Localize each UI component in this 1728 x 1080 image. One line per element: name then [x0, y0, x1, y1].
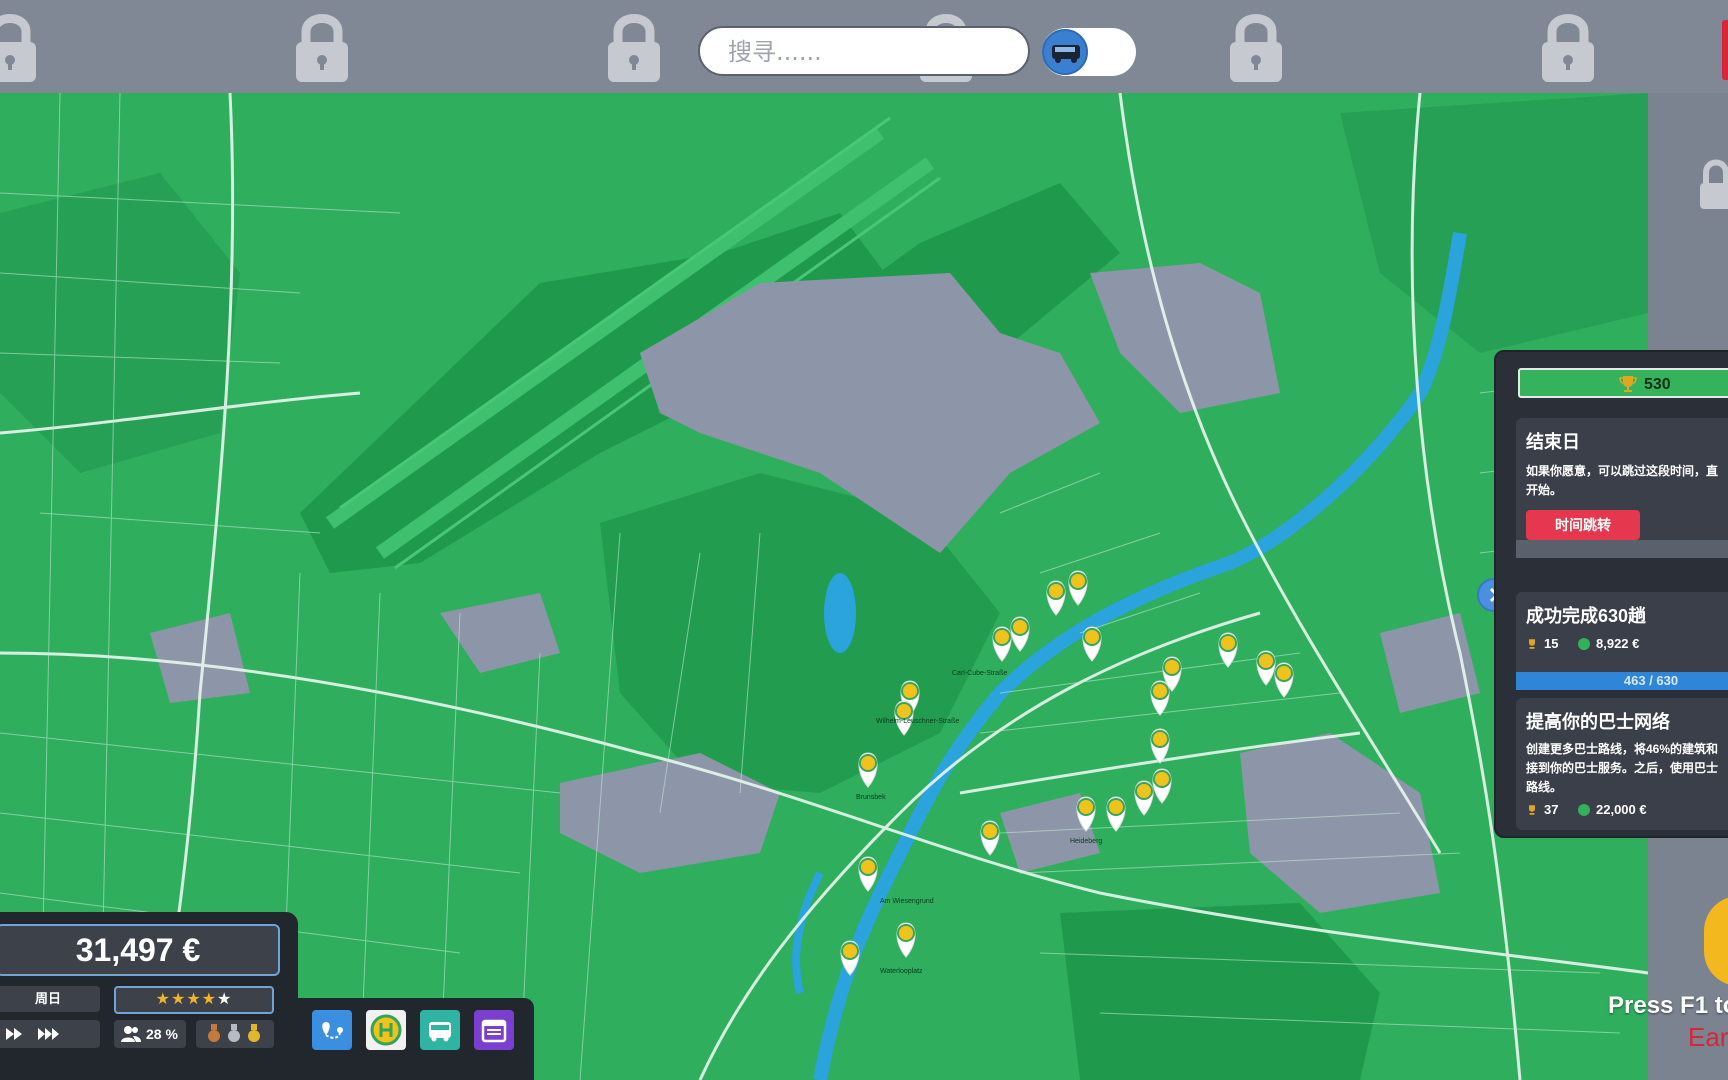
rating-stars: ★★★★★ — [114, 986, 274, 1014]
reward-money: 8,922 € — [1578, 636, 1639, 651]
lock-icon — [1700, 159, 1728, 209]
gold-medal-icon — [248, 1024, 260, 1042]
stop-label: Am Wiesengrund — [880, 898, 934, 905]
reward-trophies: 37 — [1526, 802, 1558, 817]
fastest-forward-icon — [38, 1028, 59, 1040]
vehicle-toggle[interactable] — [1042, 28, 1136, 76]
stop-label: Wilhelm-Leuschner-Straße — [876, 718, 959, 725]
quest-title: 成功完成630趟 — [1526, 606, 1647, 626]
alert-edge — [1722, 20, 1728, 80]
trophy-count: 530 — [1644, 376, 1671, 393]
quest-description: 创建更多巴士路线，将46%的建筑和 接到你的巴士服务。之后，使用巴士 路线。 — [1526, 742, 1719, 794]
lock-icon — [296, 14, 348, 82]
trophy-icon — [1619, 376, 1637, 392]
stop-label: Carl-Cube-Straße — [952, 670, 1007, 677]
people-icon — [121, 1026, 141, 1042]
stop-label: Waterlooplatz — [880, 968, 923, 975]
quest-card-bus-network: 提高你的巴士网络 创建更多巴士路线，将46%的建筑和 接到你的巴士服务。之后，使… — [1516, 698, 1728, 830]
bus-stop-icon — [370, 1014, 402, 1046]
time-skip-button[interactable]: 时间跳转 — [1526, 510, 1640, 540]
lock-icon — [1230, 14, 1282, 82]
trophy-icon — [1529, 805, 1535, 815]
population-coverage: 28 % — [114, 1020, 186, 1048]
bus-icon — [429, 1022, 451, 1042]
hud-panel: 31,497 € 周日 ★★★★★ 28 % — [0, 912, 298, 1080]
bus-stop-button[interactable] — [366, 1010, 406, 1050]
trophy-icon — [1529, 639, 1535, 649]
medals-display — [196, 1020, 274, 1048]
silver-medal-icon — [228, 1024, 240, 1042]
trophy-total: 530 — [1518, 368, 1728, 398]
reward-trophies: 15 — [1526, 636, 1558, 651]
reward-money: 22,000 € — [1578, 802, 1647, 817]
lock-icon — [0, 14, 36, 82]
top-bar — [0, 0, 1728, 93]
progress-label: 463 / 630 — [1623, 673, 1679, 688]
route-planner-button[interactable] — [312, 1010, 352, 1050]
lock-icon — [608, 14, 660, 82]
quest-panel: 530 结束日 如果你愿意，可以跳过这段时间，直 开始。 时间跳转 成功完成63… — [1494, 350, 1728, 838]
game-screen: Carl-Cube-Straße Wilhelm-Leuschner-Straß… — [0, 0, 1728, 1080]
early-access-label: Earl — [1688, 1022, 1728, 1052]
bronze-medal-icon — [208, 1024, 220, 1042]
search-box[interactable] — [698, 26, 1030, 76]
money-display: 31,497 € — [0, 924, 280, 976]
quest-card-trips: 成功完成630趟 15 8,922 € 463 / 630 — [1516, 592, 1728, 690]
bus-icon[interactable] — [1042, 29, 1088, 75]
stop-label: Brunsbek — [856, 794, 886, 801]
quest-title: 提高你的巴士网络 — [1526, 712, 1670, 732]
vehicles-button[interactable] — [420, 1010, 460, 1050]
lock-icon — [1542, 14, 1594, 82]
coin-icon — [1578, 804, 1590, 816]
quest-progress-bar: 463 / 630 — [1516, 672, 1728, 690]
calendar-icon — [481, 1019, 507, 1043]
coin-icon — [1578, 638, 1590, 650]
schedule-button[interactable] — [474, 1010, 514, 1050]
stop-label: Heideberg — [1070, 838, 1102, 845]
fast-forward-icon — [6, 1028, 22, 1040]
quest-card-end-day: 结束日 如果你愿意，可以跳过这段时间，直 开始。 时间跳转 — [1516, 418, 1728, 558]
help-hint: Press F1 to rep — [1608, 992, 1728, 1019]
quest-description: 如果你愿意，可以跳过这段时间，直 开始。 — [1526, 464, 1719, 497]
quest-title: 结束日 — [1526, 432, 1580, 452]
search-input[interactable] — [728, 36, 1018, 68]
speed-controls — [0, 1020, 100, 1048]
route-icon — [322, 1022, 343, 1039]
day-display: 周日 — [0, 986, 100, 1012]
quest-card-footer — [1516, 540, 1728, 558]
